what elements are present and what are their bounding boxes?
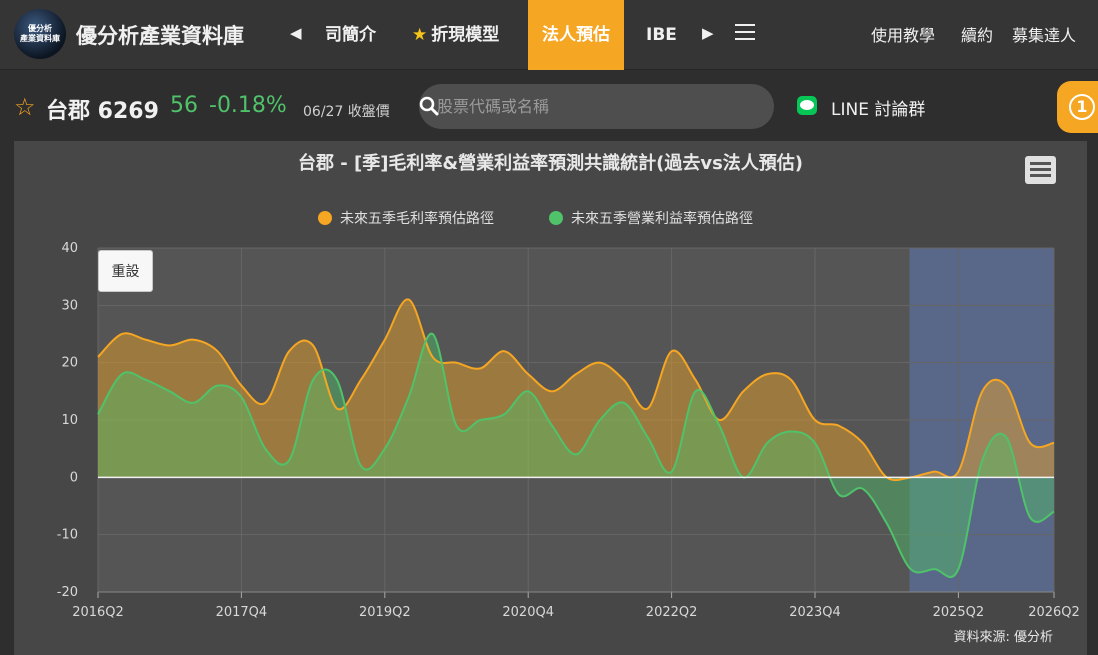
- nav-item-forecast[interactable]: 法人預估: [528, 0, 624, 70]
- brand-title[interactable]: 優分析產業資料庫: [76, 20, 244, 50]
- legend-label-gross: 未來五季毛利率預估路徑: [340, 211, 494, 227]
- y-tick-label: 0: [70, 470, 78, 485]
- x-tick-label: 2016Q2: [72, 605, 124, 620]
- legend-label-operating: 未來五季營業利益率預估路徑: [571, 211, 753, 227]
- y-tick-label: 40: [61, 241, 78, 256]
- favorite-star-icon[interactable]: ☆: [14, 93, 36, 121]
- line-app-icon: [797, 96, 817, 115]
- star-icon: ★: [412, 25, 428, 45]
- stock-price: 56: [170, 93, 198, 118]
- hamburger-menu-icon[interactable]: [735, 24, 755, 42]
- logo-text-1: 優分析: [28, 24, 52, 33]
- price-date: 06/27 收盤價: [303, 104, 390, 120]
- brand-logo[interactable]: 優分析 產業資料庫: [14, 9, 66, 59]
- recruit-link[interactable]: 募集達人: [1012, 22, 1076, 46]
- search-icon[interactable]: [419, 96, 439, 116]
- x-tick-label: 2023Q4: [789, 605, 841, 620]
- legend-marker-gross: [318, 211, 332, 225]
- line-group-link[interactable]: LINE 討論群: [831, 95, 925, 120]
- x-tick-label: 2017Q4: [216, 605, 268, 620]
- x-tick-label: 2019Q2: [359, 605, 411, 620]
- y-tick-label: 10: [61, 413, 78, 428]
- tutorial-link[interactable]: 使用教學: [871, 22, 935, 46]
- renew-link[interactable]: 續約: [961, 22, 993, 46]
- nav-item-company[interactable]: 司簡介: [325, 0, 376, 70]
- y-tick-label: 20: [61, 356, 78, 371]
- chart-title: 台郡 - [季]毛利率&營業利益率預測共識統計(過去vs法人預估): [297, 153, 804, 174]
- legend-marker-operating: [549, 211, 563, 225]
- chart-panel: -20 -10 0 10 20 30 40 2016Q2 2017Q4 2019Q2 2020Q4 2…: [14, 141, 1087, 655]
- nav-item-dcf[interactable]: ★ 折現模型: [412, 0, 499, 70]
- legend-item-gross-margin[interactable]: 未來五季毛利率預估路徑: [318, 208, 494, 228]
- data-source: 資料來源: 優分析: [953, 630, 1053, 645]
- x-tick-label: 2026Q2: [1028, 605, 1080, 620]
- x-tick-label: 2025Q2: [933, 605, 985, 620]
- stock-change: -0.18%: [209, 93, 287, 118]
- reset-zoom-button[interactable]: 重設: [98, 250, 153, 292]
- y-tick-label: -20: [57, 585, 78, 600]
- search-box: [419, 84, 774, 129]
- legend-item-operating-margin[interactable]: 未來五季營業利益率預估路徑: [549, 208, 753, 228]
- notification-badge[interactable]: 1: [1057, 81, 1098, 133]
- top-navbar: 優分析 產業資料庫 優分析產業資料庫 ◀ 司簡介 ★ 折現模型 法人預估 IBE …: [0, 0, 1098, 70]
- y-tick-label: 30: [61, 298, 78, 313]
- chart-menu-button[interactable]: [1025, 156, 1056, 184]
- nav-item-ibe[interactable]: IBE: [646, 0, 677, 70]
- logo-text-2: 產業資料庫: [20, 34, 60, 43]
- x-tick-label: 2022Q2: [646, 605, 698, 620]
- nav-label-dcf: 折現模型: [431, 25, 500, 45]
- notification-count: 1: [1069, 94, 1095, 120]
- x-tick-label: 2020Q4: [502, 605, 554, 620]
- y-tick-label: -10: [57, 528, 78, 543]
- stock-name: 台郡 6269: [46, 99, 159, 124]
- search-input[interactable]: [437, 84, 727, 129]
- nav-prev-icon[interactable]: ◀: [290, 24, 302, 42]
- nav-next-icon[interactable]: ▶: [702, 24, 714, 42]
